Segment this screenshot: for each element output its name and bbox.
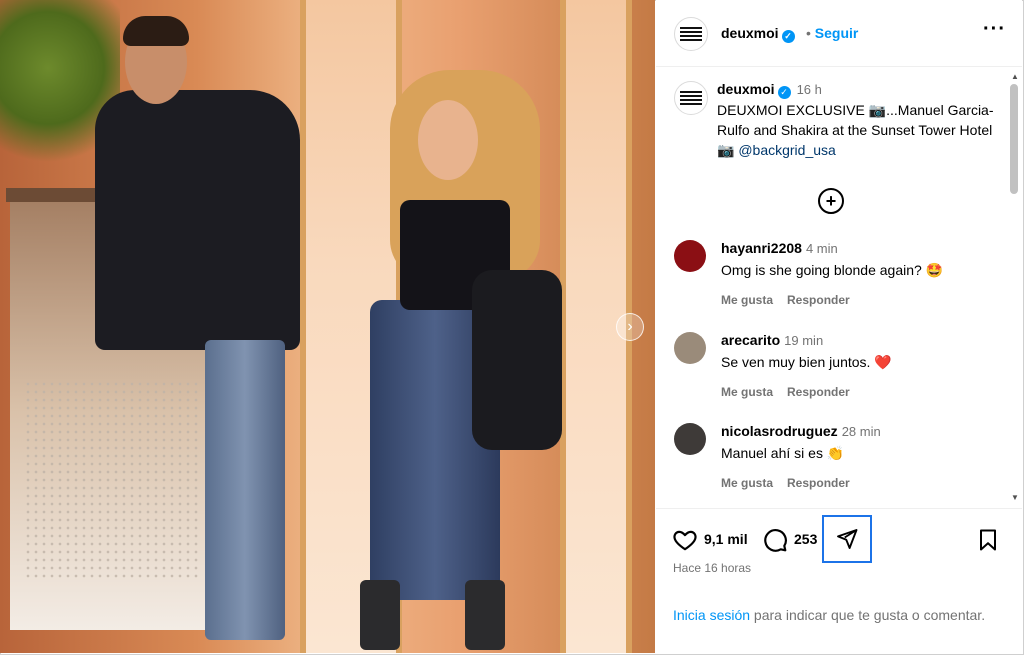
comment-username[interactable]: hayanri2208: [721, 240, 802, 256]
login-link[interactable]: Inicia sesión: [673, 607, 750, 623]
caption-avatar[interactable]: [674, 81, 708, 115]
comment-like-button[interactable]: Me gusta: [721, 293, 773, 307]
verified-icon: ✓: [777, 86, 791, 99]
caption: deuxmoi ✓ 16 h DEUXMOI EXCLUSIVE 📷...Manue…: [717, 79, 997, 160]
post-photo[interactable]: ›: [0, 0, 655, 653]
comment-like-button[interactable]: Me gusta: [721, 476, 773, 490]
comments-scroll-area[interactable]: deuxmoi ✓ 16 h DEUXMOI EXCLUSIVE 📷...Manue…: [656, 67, 1022, 507]
post-sidebar: deuxmoi ✓ • Seguir ··· deuxmoi ✓ 16 h DEUXM…: [656, 0, 1022, 653]
comment-reply-button[interactable]: Responder: [787, 293, 850, 307]
likes-count[interactable]: 9,1 mil: [704, 531, 748, 547]
comment-icon[interactable]: [762, 527, 788, 553]
ellipsis-icon[interactable]: ···: [983, 18, 1006, 41]
post-actions: 9,1 mil 253 Hace 16 horas Inicia sesión …: [656, 508, 1022, 654]
comment-time[interactable]: 19 min: [784, 333, 823, 348]
header-username-row[interactable]: deuxmoi ✓: [721, 25, 795, 43]
comment-actions: Me gusta Responder: [721, 476, 1001, 490]
comment-actions: Me gusta Responder: [721, 385, 1001, 399]
heart-icon[interactable]: [672, 527, 698, 553]
comment-avatar[interactable]: [674, 423, 706, 455]
comment-avatar[interactable]: [674, 332, 706, 364]
scrollbar[interactable]: ▲ ▼: [1010, 70, 1019, 502]
comment-text: Manuel ahí si es 👏: [721, 445, 845, 461]
comment-actions: Me gusta Responder: [721, 293, 1001, 307]
separator-dot: •: [806, 25, 811, 41]
scrollbar-thumb[interactable]: [1010, 84, 1018, 194]
comment-text: Omg is she going blonde again? 🤩: [721, 262, 944, 278]
comment-avatar[interactable]: [674, 240, 706, 272]
comment-username[interactable]: nicolasrodruguez: [721, 423, 838, 439]
caption-username[interactable]: deuxmoi: [717, 81, 775, 97]
comment-time[interactable]: 4 min: [806, 241, 838, 256]
scroll-down-icon[interactable]: ▼: [1011, 493, 1019, 502]
verified-icon: ✓: [781, 30, 795, 43]
bookmark-icon[interactable]: [976, 527, 1000, 553]
comment-reply-button[interactable]: Responder: [787, 385, 850, 399]
comment-body: hayanri2208 4 min Omg is she going blonde …: [721, 240, 1001, 307]
follow-button[interactable]: • Seguir: [806, 25, 858, 41]
comment-like-button[interactable]: Me gusta: [721, 385, 773, 399]
post-timestamp[interactable]: Hace 16 horas: [673, 561, 751, 575]
comment-username[interactable]: arecarito: [721, 332, 780, 348]
header-username[interactable]: deuxmoi: [721, 25, 779, 41]
avatar[interactable]: [674, 17, 708, 51]
comment-time[interactable]: 28 min: [842, 424, 881, 439]
action-row: 9,1 mil 253: [672, 515, 1002, 563]
caption-time[interactable]: 16 h: [797, 82, 822, 97]
send-icon[interactable]: [835, 527, 859, 551]
login-prompt: Inicia sesión para indicar que te gusta …: [673, 605, 993, 625]
login-prompt-text: para indicar que te gusta o comentar.: [750, 607, 986, 623]
comment-reply-button[interactable]: Responder: [787, 476, 850, 490]
scroll-up-icon[interactable]: ▲: [1011, 72, 1019, 81]
caption-mention[interactable]: @backgrid_usa: [738, 142, 836, 158]
comment-body: nicolasrodruguez 28 min Manuel ahí si es 👏…: [721, 423, 1001, 490]
comment-text: Se ven muy bien juntos. ❤️: [721, 354, 892, 370]
next-image-icon[interactable]: ›: [616, 313, 644, 341]
man-figure: [95, 16, 305, 650]
plus-circle-icon[interactable]: +: [818, 188, 844, 214]
post-header: deuxmoi ✓ • Seguir ···: [656, 0, 1022, 67]
comments-count[interactable]: 253: [794, 531, 817, 547]
follow-label[interactable]: Seguir: [815, 25, 859, 41]
woman-figure: [360, 70, 562, 650]
comment-body: arecarito 19 min Se ven muy bien juntos. ❤…: [721, 332, 1001, 399]
share-button[interactable]: [822, 515, 872, 563]
